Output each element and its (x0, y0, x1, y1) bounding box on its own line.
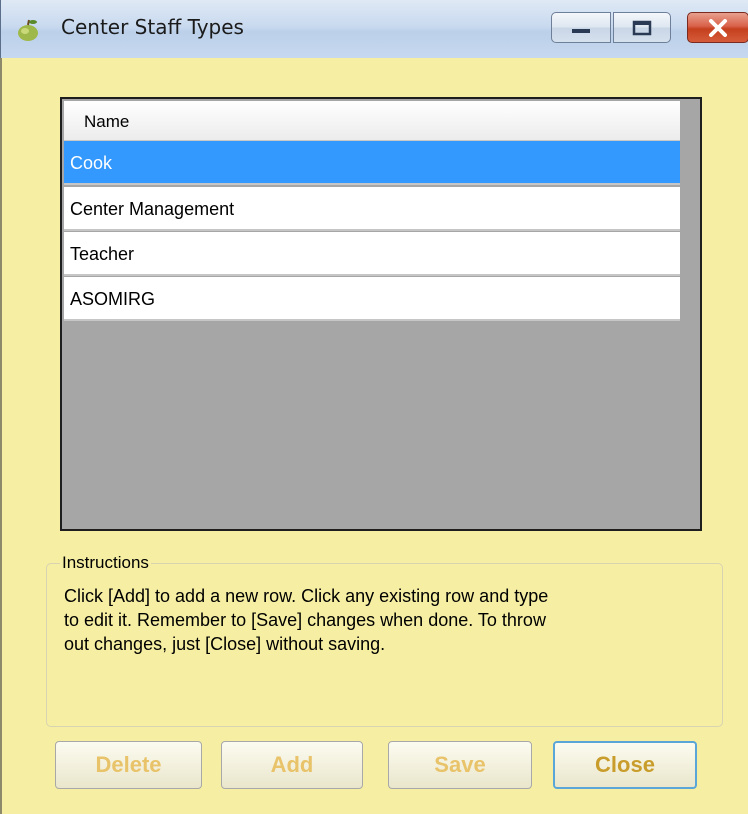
table-row[interactable]: Center Management (64, 187, 680, 231)
add-button[interactable]: Add (221, 741, 363, 789)
row-name-cell: Center Management (70, 199, 235, 219)
column-header-name[interactable]: Name (64, 101, 680, 141)
close-icon (709, 18, 727, 37)
close-button[interactable]: Close (553, 741, 697, 789)
row-name-cell: ASOMIRG (70, 289, 156, 309)
table-row[interactable]: Teacher (64, 232, 680, 276)
center-staff-types-window: Center Staff Types Name Cook Center Mana… (0, 0, 748, 814)
delete-button[interactable]: Delete (55, 741, 202, 789)
instructions-text: Click [Add] to add a new row. Click any … (64, 584, 704, 656)
row-name-cell: Cook (70, 153, 113, 173)
minimize-icon (572, 28, 590, 33)
instructions-legend: Instructions (60, 553, 151, 573)
window-title: Center Staff Types (61, 15, 244, 39)
column-header-label: Name (84, 112, 130, 131)
table-row[interactable]: Cook (64, 141, 680, 185)
instructions-line: Click [Add] to add a new row. Click any … (64, 586, 549, 606)
maximize-button[interactable] (613, 12, 671, 43)
close-window-button[interactable] (687, 12, 748, 43)
title-bar[interactable]: Center Staff Types (0, 0, 748, 58)
staff-types-grid[interactable]: Name Cook Center Management Teacher ASOM… (60, 97, 702, 531)
apple-icon (18, 19, 38, 41)
maximize-icon (632, 20, 652, 35)
minimize-button[interactable] (551, 12, 611, 43)
instructions-line: out changes, just [Close] without saving… (64, 634, 386, 654)
window-left-border (0, 58, 2, 814)
row-name-cell: Teacher (70, 244, 135, 264)
instructions-line: to edit it. Remember to [Save] changes w… (64, 610, 546, 630)
save-button[interactable]: Save (388, 741, 532, 789)
table-row[interactable]: ASOMIRG (64, 277, 680, 321)
